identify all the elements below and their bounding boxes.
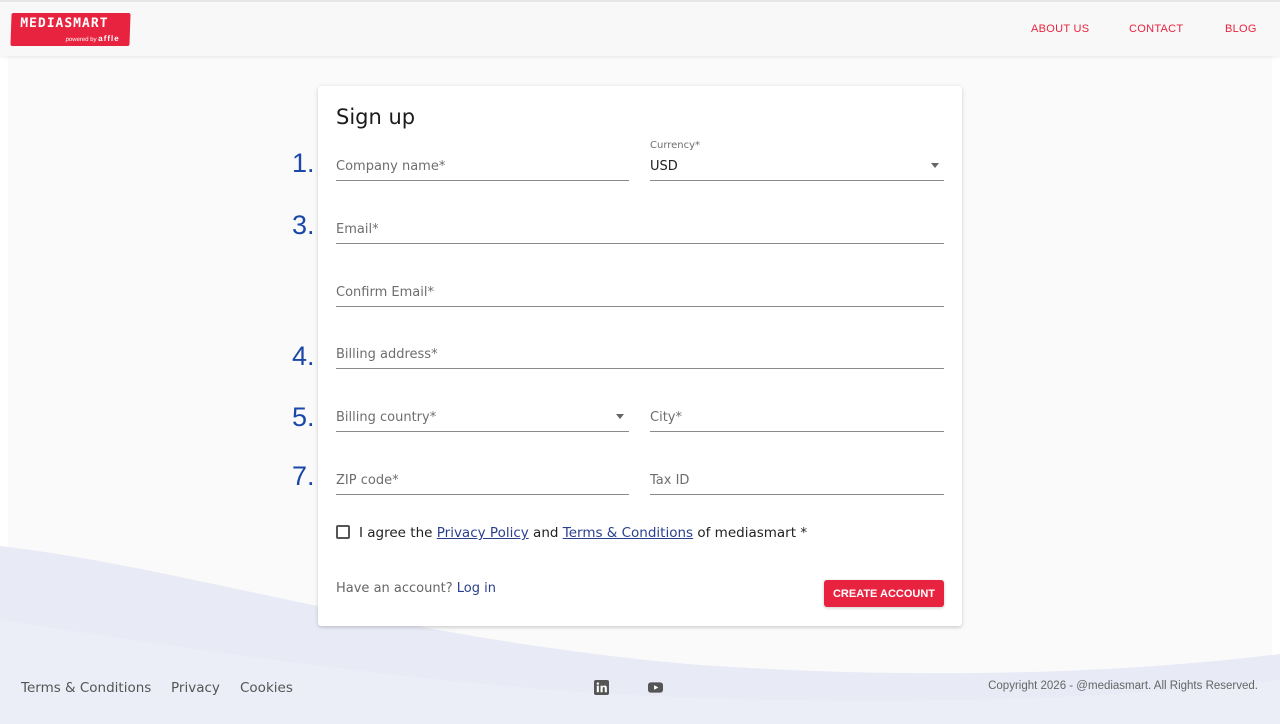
email-field[interactable]: Email* — [336, 210, 944, 244]
signup-card: Sign up Company name* Currency* USD Emai… — [318, 86, 962, 626]
tax-id-label: Tax ID — [650, 473, 690, 488]
create-account-button[interactable]: CREATE ACCOUNT — [824, 580, 944, 607]
annotation-1: 1. — [292, 148, 315, 178]
terms-link[interactable]: Terms & Conditions — [563, 525, 693, 541]
city-field[interactable]: City* — [650, 398, 944, 432]
agree-and: and — [533, 525, 559, 541]
footer-cookies-link[interactable]: Cookies — [240, 680, 293, 696]
confirm-email-label: Confirm Email* — [336, 285, 434, 300]
nav-contact[interactable]: CONTACT — [1129, 23, 1183, 35]
agree-suffix: of mediasmart * — [697, 525, 808, 541]
company-name-field[interactable]: Company name* — [336, 147, 629, 181]
zip-code-field[interactable]: ZIP code* — [336, 461, 629, 495]
mediasmart-logo[interactable]: MEDIASMART powered by affle — [10, 13, 131, 46]
confirm-email-field[interactable]: Confirm Email* — [336, 273, 944, 307]
footer-privacy-link[interactable]: Privacy — [171, 680, 220, 696]
footer-terms-link[interactable]: Terms & Conditions — [21, 680, 151, 696]
annotation-3: 3. — [292, 210, 315, 240]
logo-text: MEDIASMART — [19, 16, 109, 31]
page-title: Sign up — [336, 105, 416, 129]
currency-label: Currency* — [650, 140, 701, 151]
copyright-text: Copyright 2026 - @mediasmart. All Rights… — [988, 680, 1258, 692]
linkedin-icon[interactable] — [594, 680, 609, 695]
currency-value: USD — [650, 159, 678, 174]
have-account-row: Have an account? Log in — [336, 581, 496, 596]
annotation-4: 4. — [292, 341, 315, 371]
tax-id-field[interactable]: Tax ID — [650, 461, 944, 495]
currency-select[interactable]: Currency* USD — [650, 140, 944, 181]
logo-subtext: powered by affle — [65, 34, 120, 43]
nav-about-us[interactable]: ABOUT US — [1031, 23, 1089, 35]
annotation-7: 7. — [292, 461, 315, 491]
nav-blog[interactable]: BLOG — [1225, 23, 1257, 35]
privacy-policy-link[interactable]: Privacy Policy — [437, 525, 529, 541]
agree-row: I agree the Privacy Policy and Terms & C… — [336, 525, 807, 545]
chevron-down-icon — [931, 163, 939, 168]
login-link[interactable]: Log in — [457, 581, 496, 596]
company-name-label: Company name* — [336, 159, 446, 174]
agree-checkbox[interactable] — [336, 525, 350, 539]
agree-prefix: I agree the — [359, 525, 433, 541]
city-label: City* — [650, 410, 682, 425]
have-account-text: Have an account? — [336, 581, 453, 596]
chevron-down-icon — [616, 414, 624, 419]
billing-address-field[interactable]: Billing address* — [336, 335, 944, 369]
annotation-5: 5. — [292, 402, 315, 432]
zip-code-label: ZIP code* — [336, 473, 399, 488]
billing-country-select[interactable]: Billing country* — [336, 398, 629, 432]
billing-address-label: Billing address* — [336, 347, 438, 362]
top-navbar: MEDIASMART powered by affle ABOUT US CON… — [0, 0, 1280, 56]
email-label: Email* — [336, 222, 379, 237]
billing-country-label: Billing country* — [336, 410, 437, 425]
youtube-icon[interactable] — [648, 680, 663, 695]
